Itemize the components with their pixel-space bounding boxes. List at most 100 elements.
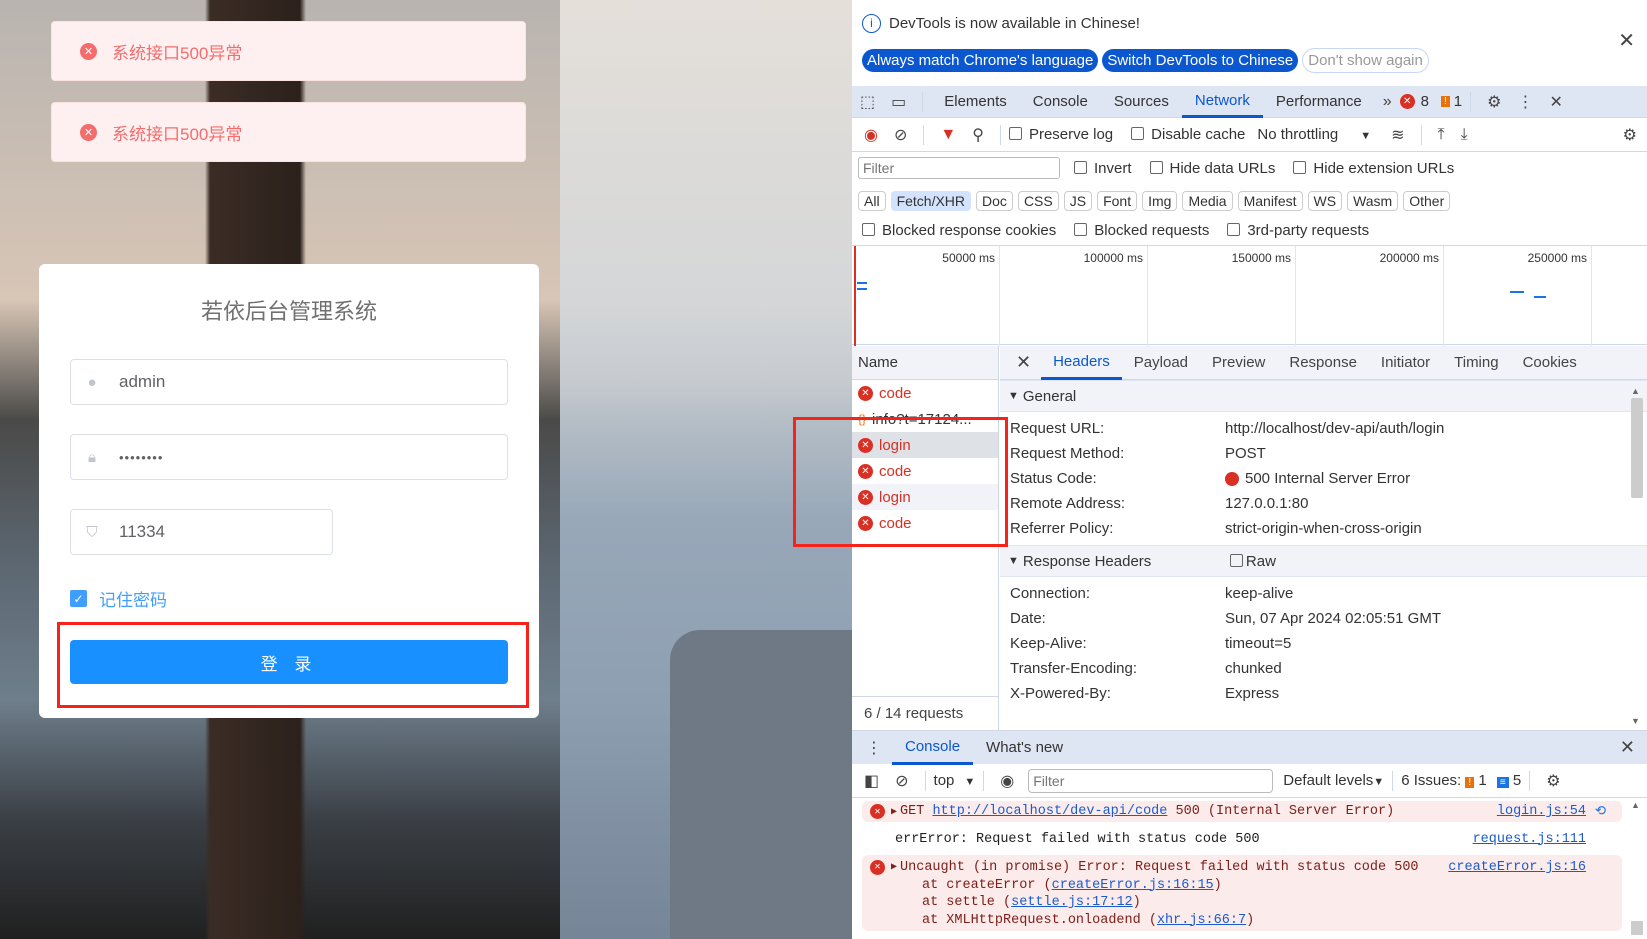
type-filter-ws[interactable]: WS bbox=[1307, 191, 1343, 211]
tab-sources[interactable]: Sources bbox=[1101, 86, 1182, 118]
check-icon: ✓ bbox=[70, 590, 87, 607]
network-request-icon[interactable]: ⟲ bbox=[1595, 803, 1606, 820]
details-tab-response[interactable]: Response bbox=[1277, 346, 1369, 380]
log-levels-select[interactable]: Default levels▼ bbox=[1283, 772, 1384, 789]
details-tab-headers[interactable]: Headers bbox=[1041, 346, 1122, 380]
blocked-requests-checkbox[interactable]: Blocked requests bbox=[1074, 222, 1227, 239]
network-conditions-icon[interactable]: ≋ bbox=[1391, 125, 1404, 145]
error-count[interactable]: 8 bbox=[1421, 93, 1429, 110]
hide-data-urls-checkbox[interactable]: Hide data URLs bbox=[1149, 160, 1294, 177]
details-tab-payload[interactable]: Payload bbox=[1122, 346, 1200, 380]
close-details-icon[interactable]: ✕ bbox=[1000, 352, 1041, 373]
raw-checkbox[interactable]: Raw bbox=[1229, 553, 1276, 570]
source-link[interactable]: createError.js:16 bbox=[1448, 859, 1586, 877]
tab-performance[interactable]: Performance bbox=[1263, 86, 1375, 118]
close-drawer-icon[interactable]: ✕ bbox=[1620, 737, 1635, 758]
sidebar-toggle-icon[interactable]: ◧ bbox=[864, 771, 879, 791]
live-expression-eye-icon[interactable]: ◉ bbox=[1000, 771, 1014, 791]
expand-triangle-icon[interactable]: ▶ bbox=[891, 859, 897, 877]
warning-icon[interactable]: ! bbox=[1441, 96, 1450, 107]
source-link[interactable]: login.js:54 bbox=[1497, 804, 1586, 819]
stack-link[interactable]: xhr.js:66:7 bbox=[1157, 913, 1246, 928]
remember-password-checkbox[interactable]: ✓ 记住密码 bbox=[70, 586, 167, 611]
username-input[interactable]: ● admin bbox=[70, 359, 508, 405]
stack-text: at settle ( bbox=[922, 895, 1012, 910]
name-column-header[interactable]: Name bbox=[852, 346, 998, 380]
stack-link[interactable]: createError.js:16:15 bbox=[1052, 878, 1214, 893]
context-select[interactable]: top ▼ bbox=[934, 772, 976, 789]
chevron-down-icon: ▼ bbox=[1360, 130, 1372, 142]
drawer-menu-icon[interactable]: ⋮ bbox=[866, 738, 882, 758]
type-filter-manifest[interactable]: Manifest bbox=[1237, 191, 1303, 211]
invert-checkbox[interactable]: Invert bbox=[1074, 160, 1150, 177]
details-tab-timing[interactable]: Timing bbox=[1442, 346, 1510, 380]
tab-network[interactable]: Network bbox=[1181, 86, 1263, 118]
request-row[interactable]: ✕ code bbox=[852, 458, 998, 484]
dont-show-again-button[interactable]: Don't show again bbox=[1302, 47, 1429, 73]
disable-cache-checkbox[interactable]: Disable cache bbox=[1131, 126, 1257, 143]
hide-extension-urls-checkbox[interactable]: Hide extension URLs bbox=[1293, 160, 1472, 177]
record-stop-icon[interactable]: ◉ bbox=[864, 125, 878, 145]
filter-input[interactable] bbox=[858, 157, 1060, 179]
login-button[interactable]: 登 录 bbox=[70, 640, 508, 684]
drawer-tab-whats-new[interactable]: What's new bbox=[973, 732, 1076, 764]
match-language-button[interactable]: Always match Chrome's language bbox=[862, 48, 1099, 72]
message-text: 500 (Internal Server Error) bbox=[1167, 804, 1395, 819]
type-filter-other[interactable]: Other bbox=[1403, 191, 1451, 211]
stack-link[interactable]: settle.js:17:12 bbox=[1011, 895, 1133, 910]
type-filter-all[interactable]: All bbox=[858, 191, 886, 211]
device-toolbar-icon[interactable]: ▭ bbox=[891, 92, 906, 112]
throttling-select[interactable]: No throttling ▼ bbox=[1257, 126, 1371, 143]
general-section-header[interactable]: ▼ General bbox=[1000, 380, 1647, 412]
filter-icon[interactable]: ▼ bbox=[940, 126, 956, 144]
type-filter-img[interactable]: Img bbox=[1142, 191, 1178, 211]
password-input[interactable]: 🔒︎ •••••••• bbox=[70, 434, 508, 480]
source-link[interactable]: request.js:111 bbox=[1473, 832, 1586, 847]
console-settings-icon[interactable]: ⚙ bbox=[1546, 771, 1560, 791]
import-har-icon[interactable]: ⤒ bbox=[1438, 126, 1445, 144]
clear-console-icon[interactable]: ⊘ bbox=[895, 771, 908, 791]
search-icon[interactable]: ⚲ bbox=[972, 125, 984, 145]
request-row[interactable]: ✕ code bbox=[852, 510, 998, 536]
settings-icon[interactable]: ⚙ bbox=[1487, 92, 1501, 112]
type-filter-fetchxhr[interactable]: Fetch/XHR bbox=[890, 191, 972, 211]
type-filter-wasm[interactable]: Wasm bbox=[1347, 191, 1399, 211]
network-overview-timeline[interactable]: 50000 ms 100000 ms 150000 ms 200000 ms 2… bbox=[852, 245, 1647, 346]
third-party-checkbox[interactable]: 3rd-party requests bbox=[1227, 222, 1387, 239]
type-filter-font[interactable]: Font bbox=[1097, 191, 1138, 211]
tab-console[interactable]: Console bbox=[1020, 86, 1101, 118]
console-scrollbar[interactable]: ▲ bbox=[1631, 800, 1643, 935]
network-settings-icon[interactable]: ⚙ bbox=[1623, 125, 1637, 145]
expand-triangle-icon[interactable]: ▶ bbox=[891, 806, 897, 818]
response-headers-section-header[interactable]: ▼ Response Headers Raw bbox=[1000, 545, 1647, 577]
blocked-cookies-checkbox[interactable]: Blocked response cookies bbox=[862, 222, 1074, 239]
type-filter-media[interactable]: Media bbox=[1182, 191, 1233, 211]
preserve-log-checkbox[interactable]: Preserve log bbox=[1008, 126, 1131, 143]
more-tabs-icon[interactable]: » bbox=[1383, 93, 1392, 111]
type-filter-js[interactable]: JS bbox=[1063, 191, 1093, 211]
tab-elements[interactable]: Elements bbox=[931, 86, 1020, 118]
drawer-tab-console[interactable]: Console bbox=[892, 731, 974, 765]
request-row[interactable]: ✕ login bbox=[852, 484, 998, 510]
type-filter-doc[interactable]: Doc bbox=[976, 191, 1013, 211]
details-tab-cookies[interactable]: Cookies bbox=[1511, 346, 1589, 380]
error-icon[interactable]: ✕ bbox=[1399, 94, 1415, 109]
inspect-element-icon[interactable]: ⬚ bbox=[860, 92, 875, 112]
message-url-link[interactable]: http://localhost/dev-api/code bbox=[932, 804, 1167, 819]
request-row[interactable]: {} info?t=17124... bbox=[852, 406, 998, 432]
clear-icon[interactable]: ⊘ bbox=[894, 125, 907, 145]
request-row[interactable]: ✕ login bbox=[852, 432, 998, 458]
issues-button[interactable]: 6 Issues: ! 1 ≡ 5 bbox=[1401, 772, 1521, 789]
captcha-input[interactable]: ⛉ 11334 bbox=[70, 509, 333, 555]
console-filter-input[interactable] bbox=[1028, 768, 1274, 793]
request-row[interactable]: ✕ code bbox=[852, 380, 998, 406]
details-tab-initiator[interactable]: Initiator bbox=[1369, 346, 1442, 380]
warning-count[interactable]: 1 bbox=[1454, 93, 1462, 110]
more-options-icon[interactable]: ⋮ bbox=[1517, 92, 1533, 112]
close-devtools-icon[interactable]: ✕ bbox=[1549, 92, 1562, 112]
type-filter-css[interactable]: CSS bbox=[1017, 191, 1059, 211]
switch-chinese-button[interactable]: Switch DevTools to Chinese bbox=[1102, 48, 1299, 72]
details-tab-preview[interactable]: Preview bbox=[1200, 346, 1277, 380]
details-scrollbar[interactable]: ▲ ▼ bbox=[1631, 386, 1643, 726]
export-har-icon[interactable]: ⤓ bbox=[1461, 126, 1468, 144]
